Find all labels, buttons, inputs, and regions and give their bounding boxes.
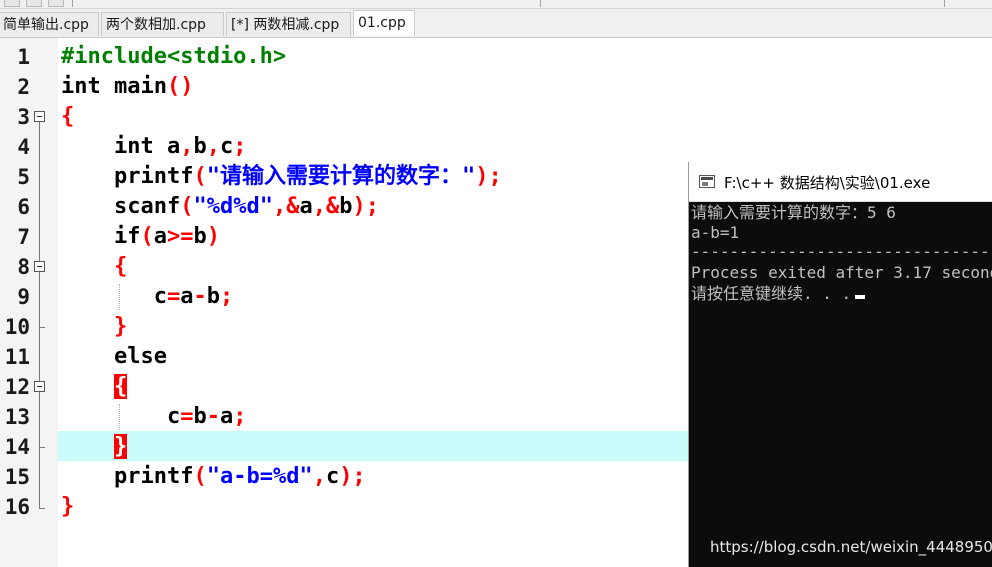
line-number: 3 bbox=[17, 105, 30, 129]
toolbar-button-1[interactable] bbox=[4, 0, 20, 7]
tab-subtract-two-numbers[interactable]: [*] 两数相减.cpp bbox=[226, 12, 351, 36]
line-number: 16 bbox=[4, 495, 30, 519]
code-line-8: { bbox=[113, 254, 128, 279]
toolbar bbox=[0, 0, 992, 9]
line-number: 5 bbox=[17, 165, 30, 189]
line-number: 11 bbox=[4, 345, 30, 369]
fold-end-tick bbox=[39, 327, 45, 328]
line-number: 8 bbox=[17, 255, 30, 279]
console-line: 请按任意键继续. . . bbox=[691, 284, 866, 304]
code-line-7: if(a>=b) bbox=[113, 224, 220, 249]
console-line: Process exited after 3.17 seconds bbox=[691, 263, 992, 282]
code-line-12: { bbox=[61, 372, 128, 402]
toolbar-button-3[interactable] bbox=[48, 0, 64, 7]
code-line-15: printf("a-b=%d",c); bbox=[113, 464, 366, 489]
console-line: a-b=1 bbox=[691, 223, 740, 242]
console-title: F:\c++ 数据结构\实验\01.exe bbox=[724, 174, 931, 192]
code-line-1: #include<stdio.h> bbox=[61, 44, 287, 69]
code-line-11: else bbox=[113, 344, 167, 369]
toolbar-separator bbox=[944, 0, 945, 7]
line-number: 1 bbox=[17, 45, 30, 69]
line-number: 15 bbox=[4, 465, 30, 489]
line-number: 7 bbox=[17, 225, 30, 249]
console-line: -------------------------------- bbox=[691, 242, 992, 261]
console-title-bar[interactable]: F:\c++ 数据结构\实验\01.exe bbox=[689, 162, 992, 202]
code-line-14: } bbox=[61, 432, 128, 462]
code-line-9: c=a-b; bbox=[153, 284, 234, 309]
fold-toggle-icon[interactable] bbox=[34, 111, 45, 122]
watermark-text: https://blog.csdn.net/weixin_44489500 bbox=[710, 538, 992, 556]
code-line-4: int a,b,c; bbox=[113, 134, 247, 159]
fold-guide-line bbox=[39, 122, 40, 508]
line-number: 4 bbox=[17, 135, 30, 159]
matched-brace: { bbox=[113, 374, 128, 399]
code-line-5: printf("请输入需要计算的数字："); bbox=[113, 164, 502, 189]
code-line-13: c=b-a; bbox=[166, 404, 247, 429]
line-number: 13 bbox=[4, 405, 30, 429]
line-number: 14 bbox=[4, 435, 30, 459]
code-line-10: } bbox=[113, 314, 128, 339]
console-output: 请输入需要计算的数字：5 6 a-b=1 -------------------… bbox=[689, 202, 992, 567]
line-number: 6 bbox=[17, 195, 30, 219]
toolbar-separator bbox=[540, 0, 541, 7]
toolbar-button-2[interactable] bbox=[26, 0, 42, 7]
toolbar-separator bbox=[72, 0, 73, 7]
fold-end-tick bbox=[39, 447, 45, 448]
console-cursor bbox=[855, 295, 866, 299]
console-window-icon bbox=[699, 175, 715, 188]
line-number: 9 bbox=[17, 285, 30, 309]
line-number: 2 bbox=[17, 75, 30, 99]
console-line: 请输入需要计算的数字：5 6 bbox=[691, 203, 896, 222]
line-number: 10 bbox=[4, 315, 30, 339]
matched-brace: } bbox=[113, 434, 128, 459]
code-line-3: { bbox=[61, 104, 75, 129]
code-line-6: scanf("%d%d",&a,&b); bbox=[113, 194, 379, 219]
fold-end-tick bbox=[39, 508, 45, 509]
fold-toggle-icon[interactable] bbox=[34, 381, 45, 392]
tab-add-two-numbers[interactable]: 两个数相加.cpp bbox=[101, 12, 224, 36]
line-number: 12 bbox=[4, 375, 30, 399]
fold-toggle-icon[interactable] bbox=[34, 261, 45, 272]
tab-simple-output[interactable]: 简单输出.cpp bbox=[0, 12, 99, 36]
code-line-16: } bbox=[61, 494, 75, 519]
code-line-2: int main() bbox=[61, 74, 194, 99]
line-number-gutter: 1 2 3 4 5 6 7 8 9 10 11 12 13 14 15 16 bbox=[0, 38, 58, 567]
console-window[interactable]: F:\c++ 数据结构\实验\01.exe 请输入需要计算的数字：5 6 a-b… bbox=[688, 162, 992, 567]
tab-bar: 简单输出.cpp 两个数相加.cpp [*] 两数相减.cpp 01.cpp bbox=[0, 9, 992, 38]
tab-01-cpp[interactable]: 01.cpp bbox=[353, 10, 415, 36]
